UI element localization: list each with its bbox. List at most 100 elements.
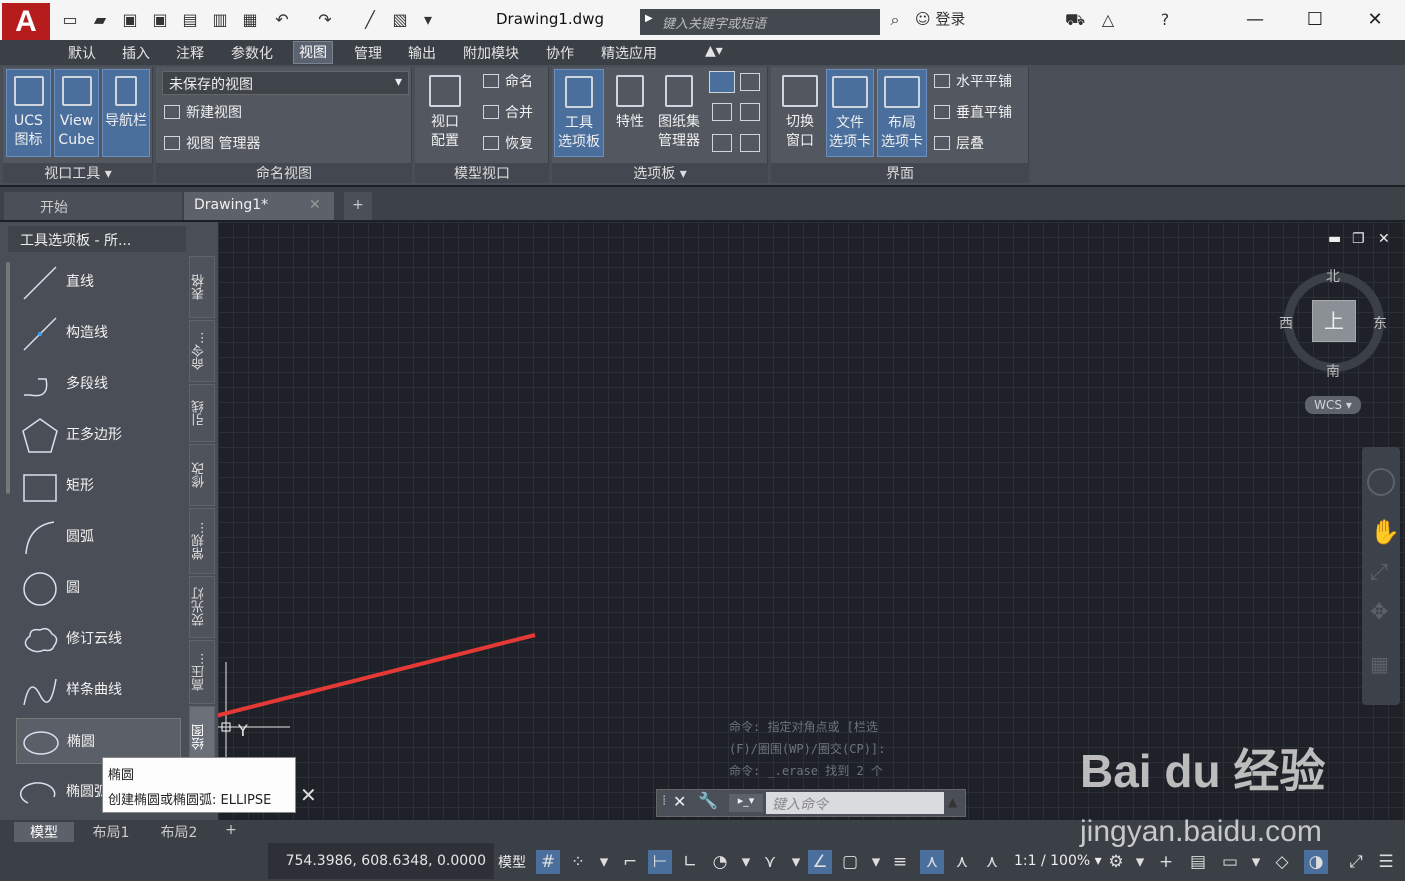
auto-scale-icon[interactable]: ⋏: [950, 850, 974, 874]
plot-icon[interactable]: ▦: [240, 10, 260, 30]
lineweight-icon[interactable]: ≡: [888, 850, 912, 874]
tool-line[interactable]: 直线: [16, 259, 181, 305]
grid-icon[interactable]: #: [536, 850, 560, 874]
infer-constraints-icon[interactable]: ⌐: [618, 850, 642, 874]
object-snap-tracking-icon[interactable]: ∠: [808, 850, 832, 874]
tab-annotate[interactable]: 注释: [171, 43, 209, 65]
close-button[interactable]: ✕: [1355, 6, 1395, 34]
tab-addins[interactable]: 附加模块: [458, 43, 524, 65]
close-tab-icon[interactable]: ✕: [309, 197, 321, 213]
palette-scrollbar[interactable]: [6, 262, 10, 494]
new-tab-button[interactable]: +: [344, 192, 372, 220]
palette-tab-high-pressure[interactable]: 高压...: [189, 640, 215, 704]
tab-insert[interactable]: 插入: [117, 43, 155, 65]
maximize-button[interactable]: ☐: [1295, 6, 1335, 34]
palette-tab-general[interactable]: 常规...: [189, 508, 215, 574]
layout-tab-layout1[interactable]: 布局1: [80, 822, 142, 842]
panel-title-viewport-tools[interactable]: 视口工具 ▾: [3, 163, 153, 183]
showmotion-icon[interactable]: ▦: [1370, 652, 1389, 676]
view-select-dropdown[interactable]: 未保存的视图 ▾: [162, 71, 409, 95]
viewcube-top-face[interactable]: 上: [1312, 300, 1356, 342]
tab-default[interactable]: 默认: [63, 43, 101, 65]
object-snap-icon[interactable]: ▢: [838, 850, 862, 874]
layout-tab-model[interactable]: 模型: [14, 822, 74, 842]
annotation-monitor-icon[interactable]: +: [1154, 850, 1178, 874]
annotation-scale-icon[interactable]: ⋏: [980, 850, 1004, 874]
workspace-gear-icon[interactable]: ⚙: [1104, 850, 1128, 874]
tool-rectangle[interactable]: 矩形: [16, 463, 181, 509]
isometric-icon[interactable]: ⋎: [758, 850, 782, 874]
palette-title[interactable]: 工具选项板 - 所...: [8, 226, 186, 252]
tab-manage[interactable]: 管理: [349, 43, 387, 65]
model-space-button[interactable]: 模型: [498, 852, 526, 872]
command-grip-icon[interactable]: ⁞: [662, 793, 666, 809]
isometric-dropdown-icon[interactable]: ▾: [784, 850, 808, 874]
annotation-visibility-icon[interactable]: ⋏: [920, 850, 944, 874]
palette-tab-fluorescent[interactable]: 荧光灯: [189, 576, 215, 638]
markup-icon[interactable]: [712, 134, 732, 152]
undo-icon[interactable]: ↶: [272, 10, 292, 30]
cascade-button[interactable]: 层叠: [934, 133, 984, 155]
tool-spline[interactable]: 样条曲线: [16, 667, 181, 713]
ucs-icon-button[interactable]: UCS 图标: [6, 69, 51, 157]
tool-polygon[interactable]: 正多边形: [16, 412, 181, 458]
redo-icon[interactable]: ↷: [315, 10, 335, 30]
command-line-icon[interactable]: [709, 71, 735, 93]
polar-icon[interactable]: ◔: [708, 850, 732, 874]
save-web-icon[interactable]: ▥: [210, 10, 230, 30]
dynamic-input-icon[interactable]: ⊢: [648, 850, 672, 874]
orbit-icon[interactable]: ✥: [1370, 600, 1388, 625]
file-tabs-button[interactable]: 文件 选项卡: [826, 69, 874, 157]
compass-south[interactable]: 南: [1326, 361, 1340, 381]
clean-screen-icon[interactable]: ⤢: [1344, 850, 1368, 874]
viewcube-button[interactable]: View Cube: [54, 69, 99, 157]
viewport-restore-icon[interactable]: ❐: [1352, 231, 1365, 247]
snap-icon[interactable]: ⁘: [566, 850, 590, 874]
search-expand-icon[interactable]: ▶: [645, 13, 653, 24]
tile-horizontal-button[interactable]: 水平平铺: [934, 71, 1012, 93]
coordinates-readout[interactable]: 754.3986, 608.6348, 0.0000: [268, 843, 494, 879]
command-input[interactable]: 键入命令: [766, 792, 944, 814]
viewport-minimize-icon[interactable]: ▬: [1328, 231, 1341, 247]
command-prompt-icon[interactable]: ▸_▾: [729, 794, 763, 812]
tool-polyline[interactable]: 多段线: [16, 361, 181, 407]
switch-window-button[interactable]: 切换 窗口: [776, 69, 824, 157]
tool-arc[interactable]: 圆弧: [16, 514, 181, 560]
command-close-icon[interactable]: ✕: [673, 792, 686, 811]
polar-dropdown-icon[interactable]: ▾: [734, 850, 758, 874]
zoom-extents-icon[interactable]: ⤢: [1370, 560, 1388, 585]
app-logo-button[interactable]: A: [2, 3, 50, 41]
new-file-icon[interactable]: ▭: [60, 10, 80, 30]
login-button[interactable]: ☺ 登录: [915, 8, 965, 29]
minimize-button[interactable]: —: [1235, 6, 1275, 34]
ortho-icon[interactable]: ∟: [678, 850, 702, 874]
palette-close-icon[interactable]: ✕: [300, 783, 317, 807]
isolate-objects-icon[interactable]: ◇: [1270, 850, 1294, 874]
compass-north[interactable]: 北: [1326, 266, 1340, 286]
binoculars-icon[interactable]: ⌕: [885, 10, 905, 30]
quick-properties-icon[interactable]: ▭: [1218, 850, 1242, 874]
snap-dropdown-icon[interactable]: ▾: [592, 850, 616, 874]
design-center-icon[interactable]: [740, 73, 760, 91]
external-references-icon[interactable]: [712, 103, 732, 121]
tab-output[interactable]: 输出: [403, 43, 441, 65]
wcs-menu[interactable]: WCS ▾: [1305, 396, 1361, 414]
navbar-button[interactable]: 导航栏: [102, 69, 150, 157]
viewport-close-icon[interactable]: ✕: [1378, 231, 1390, 247]
tab-featured-apps[interactable]: 精选应用: [596, 43, 662, 65]
viewport-restore-button[interactable]: 恢复: [483, 133, 533, 155]
palette-tab-modify[interactable]: 修改: [189, 444, 215, 506]
palette-tab-tables[interactable]: 表格: [189, 256, 215, 318]
palette-tab-leaders[interactable]: 引线: [189, 384, 215, 442]
new-view-button[interactable]: 新建视图: [164, 102, 242, 124]
units-icon[interactable]: ▤: [1186, 850, 1210, 874]
workspace-dropdown-icon[interactable]: ▾: [1128, 850, 1152, 874]
hardware-acceleration-icon[interactable]: ◑: [1304, 850, 1328, 874]
steering-wheel-icon[interactable]: [1367, 468, 1395, 496]
annotation-scale-readout[interactable]: 1:1 / 100% ▾: [1014, 853, 1102, 869]
sheetset-manager-button[interactable]: 图纸集 管理器: [654, 69, 704, 157]
tab-start[interactable]: 开始: [4, 192, 182, 220]
pan-hand-icon[interactable]: ✋: [1370, 518, 1400, 546]
tool-xline[interactable]: 构造线: [16, 310, 181, 356]
cart-icon[interactable]: ⛟: [1065, 10, 1085, 30]
